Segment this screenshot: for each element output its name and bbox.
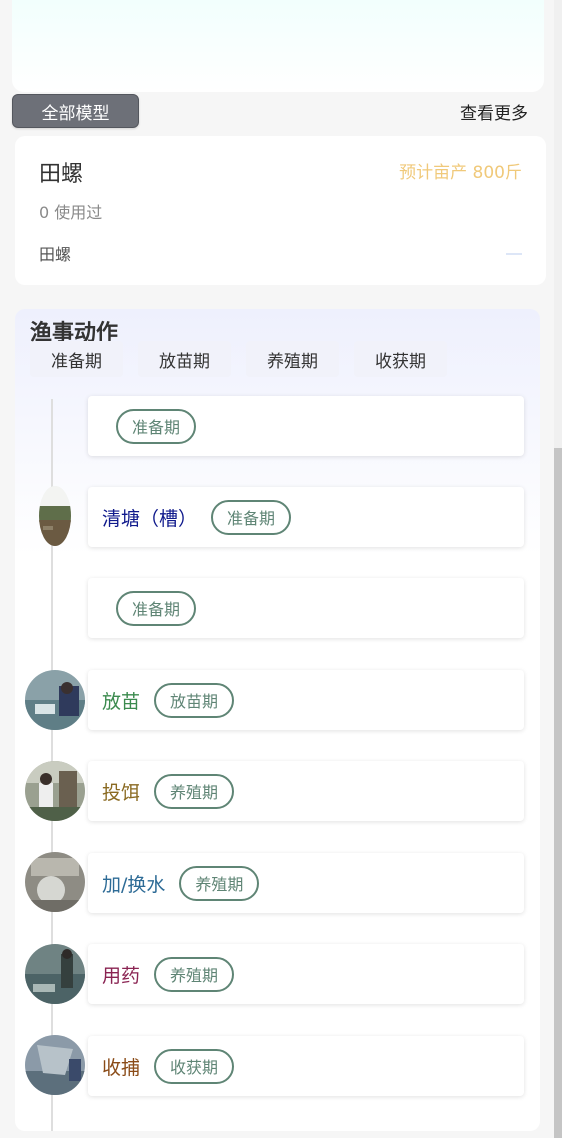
- stocking-thumbnail: [25, 670, 85, 730]
- model-filter-row: 全部模型 查看更多: [12, 94, 532, 128]
- feeding-thumbnail: [25, 761, 85, 821]
- action-title: 收捕: [102, 1056, 141, 1079]
- medication-thumbnail: [25, 944, 85, 1004]
- action-title: 清塘（槽）: [102, 507, 198, 530]
- tab-stocking[interactable]: 放苗期: [138, 341, 231, 377]
- action-item[interactable]: 准备期: [88, 396, 524, 456]
- model-usage-count: 0 使用过: [39, 203, 103, 222]
- phase-tag: 养殖期: [154, 956, 235, 992]
- harvest-thumbnail: [25, 1035, 85, 1095]
- all-models-button[interactable]: 全部模型: [12, 94, 139, 128]
- tab-harvest[interactable]: 收获期: [354, 341, 447, 377]
- model-dash-marker: [506, 253, 522, 255]
- model-yield: 预计亩产 800斤: [399, 163, 522, 183]
- phase-tag: 养殖期: [179, 865, 260, 901]
- action-item[interactable]: 放苗 放苗期: [88, 670, 524, 730]
- action-item[interactable]: 收捕 收获期: [88, 1036, 524, 1096]
- phase-tag: 收获期: [154, 1048, 235, 1084]
- phase-tag: 准备期: [116, 590, 197, 626]
- phase-tag: 准备期: [116, 408, 197, 444]
- action-item[interactable]: 加/换水 养殖期: [88, 853, 524, 913]
- water-change-thumbnail: [25, 852, 85, 912]
- model-name: 田螺: [39, 162, 84, 187]
- fishery-actions-panel: 渔事动作 准备期 放苗期 养殖期 收获期 准备期 清塘（槽） 准备期 准备期 放…: [15, 309, 540, 1131]
- model-card[interactable]: 田螺 预计亩产 800斤 0 使用过 田螺: [15, 136, 546, 285]
- phase-tag: 养殖期: [154, 773, 235, 809]
- action-item[interactable]: 用药 养殖期: [88, 944, 524, 1004]
- pond-cleaning-thumbnail: [39, 486, 71, 546]
- scrollbar-thumb[interactable]: [554, 448, 562, 1138]
- phase-tabs: 准备期 放苗期 养殖期 收获期: [30, 341, 530, 377]
- phase-tag: 准备期: [211, 499, 292, 535]
- action-title: 放苗: [102, 690, 141, 713]
- tab-breeding[interactable]: 养殖期: [246, 341, 339, 377]
- action-title: 加/换水: [102, 873, 166, 896]
- action-item[interactable]: 准备期: [88, 578, 524, 638]
- action-item[interactable]: 投饵 养殖期: [88, 761, 524, 821]
- phase-tag: 放苗期: [154, 682, 235, 718]
- action-item[interactable]: 清塘（槽） 准备期: [88, 487, 524, 547]
- tab-preparation[interactable]: 准备期: [30, 341, 123, 377]
- model-description: 田螺: [39, 245, 72, 264]
- action-title: 用药: [102, 964, 141, 987]
- view-more-link[interactable]: 查看更多: [460, 99, 528, 124]
- action-title: 投饵: [102, 781, 141, 804]
- top-card: [12, 0, 544, 92]
